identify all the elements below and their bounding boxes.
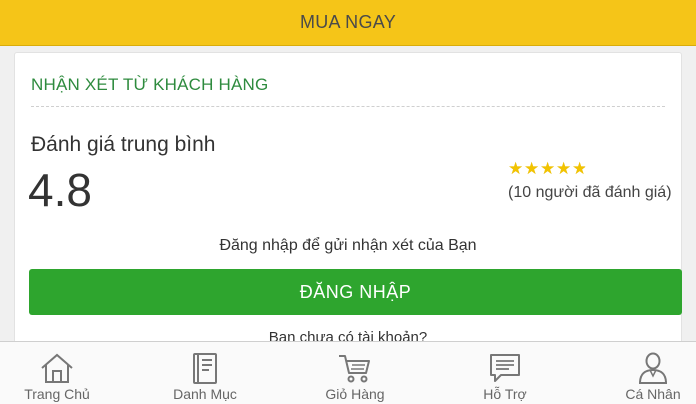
bottom-nav: Trang Chủ Danh Mục Giỏ Hàng Hỗ Trợ Cá Nh… [0,341,696,404]
divider [31,106,665,107]
section-title: NHẬN XÉT TỪ KHÁCH HÀNG [31,75,269,94]
star-icon: ★ ★ [508,159,524,178]
nav-item-home[interactable]: Trang Chủ [2,342,112,404]
buy-now-button[interactable]: MUA NGAY [0,0,696,46]
app-screen: MUA NGAY NHẬN XÉT TỪ KHÁCH HÀNG Đánh giá… [0,0,696,404]
chat-icon [490,354,520,382]
average-rating-value: 4.8 [28,164,92,216]
login-prompt: Đăng nhập để gửi nhận xét của Bạn [219,237,477,254]
catalog-icon [193,353,217,384]
rating-stars: ★ ★ ★ ★ ★ ★ ★ ★ ★ ★ [508,160,588,178]
reviews-card: NHẬN XÉT TỪ KHÁCH HÀNG Đánh giá trung bì… [14,52,682,352]
nav-item-catalog[interactable]: Danh Mục [150,342,260,404]
buy-now-label: MUA NGAY [299,12,397,32]
home-icon [41,353,73,383]
star-icon: ★ ★ [572,159,588,178]
login-button[interactable]: ĐĂNG NHẬP [29,269,682,315]
star-icon: ★ ★ [556,159,572,178]
nav-label: Trang Chủ [24,386,90,402]
nav-label: Cá Nhân [625,386,681,402]
user-icon [638,352,668,384]
star-icon: ★ ★ [524,159,540,178]
review-count: (10 người đã đánh giá) [508,184,672,201]
nav-label: Danh Mục [173,386,237,402]
star-icon: ★ ★ [540,159,556,178]
cart-icon [339,355,370,383]
nav-label: Hỗ Trợ [483,386,527,402]
nav-item-support[interactable]: Hỗ Trợ [450,342,560,404]
nav-label: Giỏ Hàng [325,386,385,402]
nav-item-cart[interactable]: Giỏ Hàng [300,342,410,404]
nav-item-profile[interactable]: Cá Nhân [598,342,696,404]
average-rating-label: Đánh giá trung bình [31,133,216,156]
